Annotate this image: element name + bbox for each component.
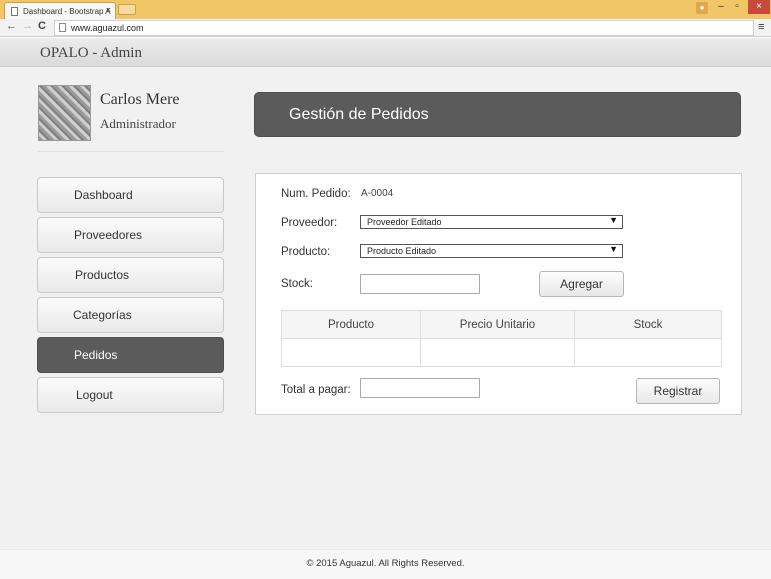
- sidebar-item-label: Proveedores: [74, 228, 143, 242]
- proveedor-selected-value: Proveedor Editado: [367, 217, 442, 227]
- maximize-icon[interactable]: ▫: [730, 0, 744, 14]
- sidebar-item-categorias[interactable]: Categorías: [37, 297, 224, 333]
- agregar-button[interactable]: Agregar: [539, 271, 624, 297]
- table-row: [281, 338, 722, 367]
- table-header-producto[interactable]: Producto: [281, 310, 421, 339]
- page-header-panel: Gestión de Pedidos: [254, 92, 741, 137]
- producto-select[interactable]: Producto Editado ▼: [360, 244, 623, 258]
- sidebar-item-dashboard[interactable]: Dashboard: [37, 177, 224, 213]
- table-header-stock[interactable]: Stock: [574, 310, 722, 339]
- proveedor-label: Proveedor:: [281, 217, 338, 229]
- dropdown-arrow-icon: ▼: [609, 244, 618, 254]
- table-cell: [281, 338, 421, 367]
- sidebar-item-label: Pedidos: [74, 348, 118, 362]
- dropdown-arrow-icon: ▼: [609, 215, 618, 225]
- url-input[interactable]: www.aguazul.com: [54, 20, 754, 36]
- user-profile-icon[interactable]: ●: [696, 2, 708, 14]
- browser-menu-icon[interactable]: ≡: [758, 21, 764, 33]
- minimize-icon[interactable]: –: [714, 0, 728, 14]
- producto-label: Producto:: [281, 246, 331, 258]
- browser-titlebar: Dashboard - Bootstrap A × ● – ▫ ×: [0, 0, 771, 19]
- new-tab-button[interactable]: [118, 4, 136, 15]
- user-name: Carlos Mere: [100, 91, 180, 108]
- reload-icon[interactable]: C: [38, 20, 46, 32]
- footer-text: © 2015 Aguazul. All Rights Reserved.: [306, 558, 465, 569]
- page: OPALO - Admin Carlos Mere Administrador …: [0, 38, 771, 579]
- order-items-table: Producto Precio Unitario Stock: [281, 310, 722, 367]
- back-arrow-icon[interactable]: ←: [6, 20, 17, 32]
- table-cell: [574, 338, 722, 367]
- page-icon: [59, 23, 66, 32]
- url-text: www.aguazul.com: [71, 23, 144, 33]
- divider: [38, 151, 224, 152]
- sidebar-item-label: Categorías: [73, 308, 132, 322]
- page-icon: [11, 7, 18, 16]
- footer: © 2015 Aguazul. All Rights Reserved.: [0, 549, 771, 579]
- order-form: Num. Pedido: A-0004 Proveedor: Proveedor…: [255, 173, 742, 415]
- app-brand[interactable]: OPALO - Admin: [40, 45, 142, 62]
- sidebar-item-label: Logout: [76, 388, 113, 402]
- table-header-row: Producto Precio Unitario Stock: [281, 310, 722, 339]
- sidebar-item-proveedores[interactable]: Proveedores: [37, 217, 224, 253]
- browser-tab[interactable]: Dashboard - Bootstrap A ×: [4, 2, 116, 19]
- sidebar-menu: Dashboard Proveedores Productos Categorí…: [37, 177, 224, 417]
- num-pedido-label: Num. Pedido:: [281, 188, 351, 200]
- page-title: Gestión de Pedidos: [289, 106, 429, 123]
- sidebar-item-label: Dashboard: [74, 188, 133, 202]
- sidebar-item-pedidos[interactable]: Pedidos: [37, 337, 224, 373]
- sidebar-item-label: Productos: [75, 268, 130, 282]
- address-bar: ← → C www.aguazul.com ≡: [0, 19, 771, 37]
- stock-input[interactable]: [360, 274, 480, 294]
- tab-title: Dashboard - Bootstrap A: [23, 7, 111, 16]
- app-topbar: OPALO - Admin: [0, 38, 771, 67]
- user-role: Administrador: [100, 116, 176, 131]
- agregar-button-label: Agregar: [560, 277, 603, 291]
- sidebar-item-logout[interactable]: Logout: [37, 377, 224, 413]
- stock-label: Stock:: [281, 278, 313, 290]
- avatar: [38, 85, 91, 141]
- table-header-precio-unitario[interactable]: Precio Unitario: [420, 310, 575, 339]
- sidebar-item-productos[interactable]: Productos: [37, 257, 224, 293]
- total-label: Total a pagar:: [281, 384, 351, 396]
- num-pedido-value: A-0004: [361, 188, 394, 199]
- forward-arrow-icon[interactable]: →: [22, 20, 33, 32]
- proveedor-select[interactable]: Proveedor Editado ▼: [360, 215, 623, 229]
- table-cell: [420, 338, 575, 367]
- total-input[interactable]: [360, 378, 480, 398]
- registrar-button[interactable]: Registrar: [636, 378, 720, 404]
- producto-selected-value: Producto Editado: [367, 246, 437, 256]
- registrar-button-label: Registrar: [653, 384, 703, 398]
- close-window-icon[interactable]: ×: [748, 0, 770, 14]
- tab-close-icon[interactable]: ×: [106, 5, 111, 15]
